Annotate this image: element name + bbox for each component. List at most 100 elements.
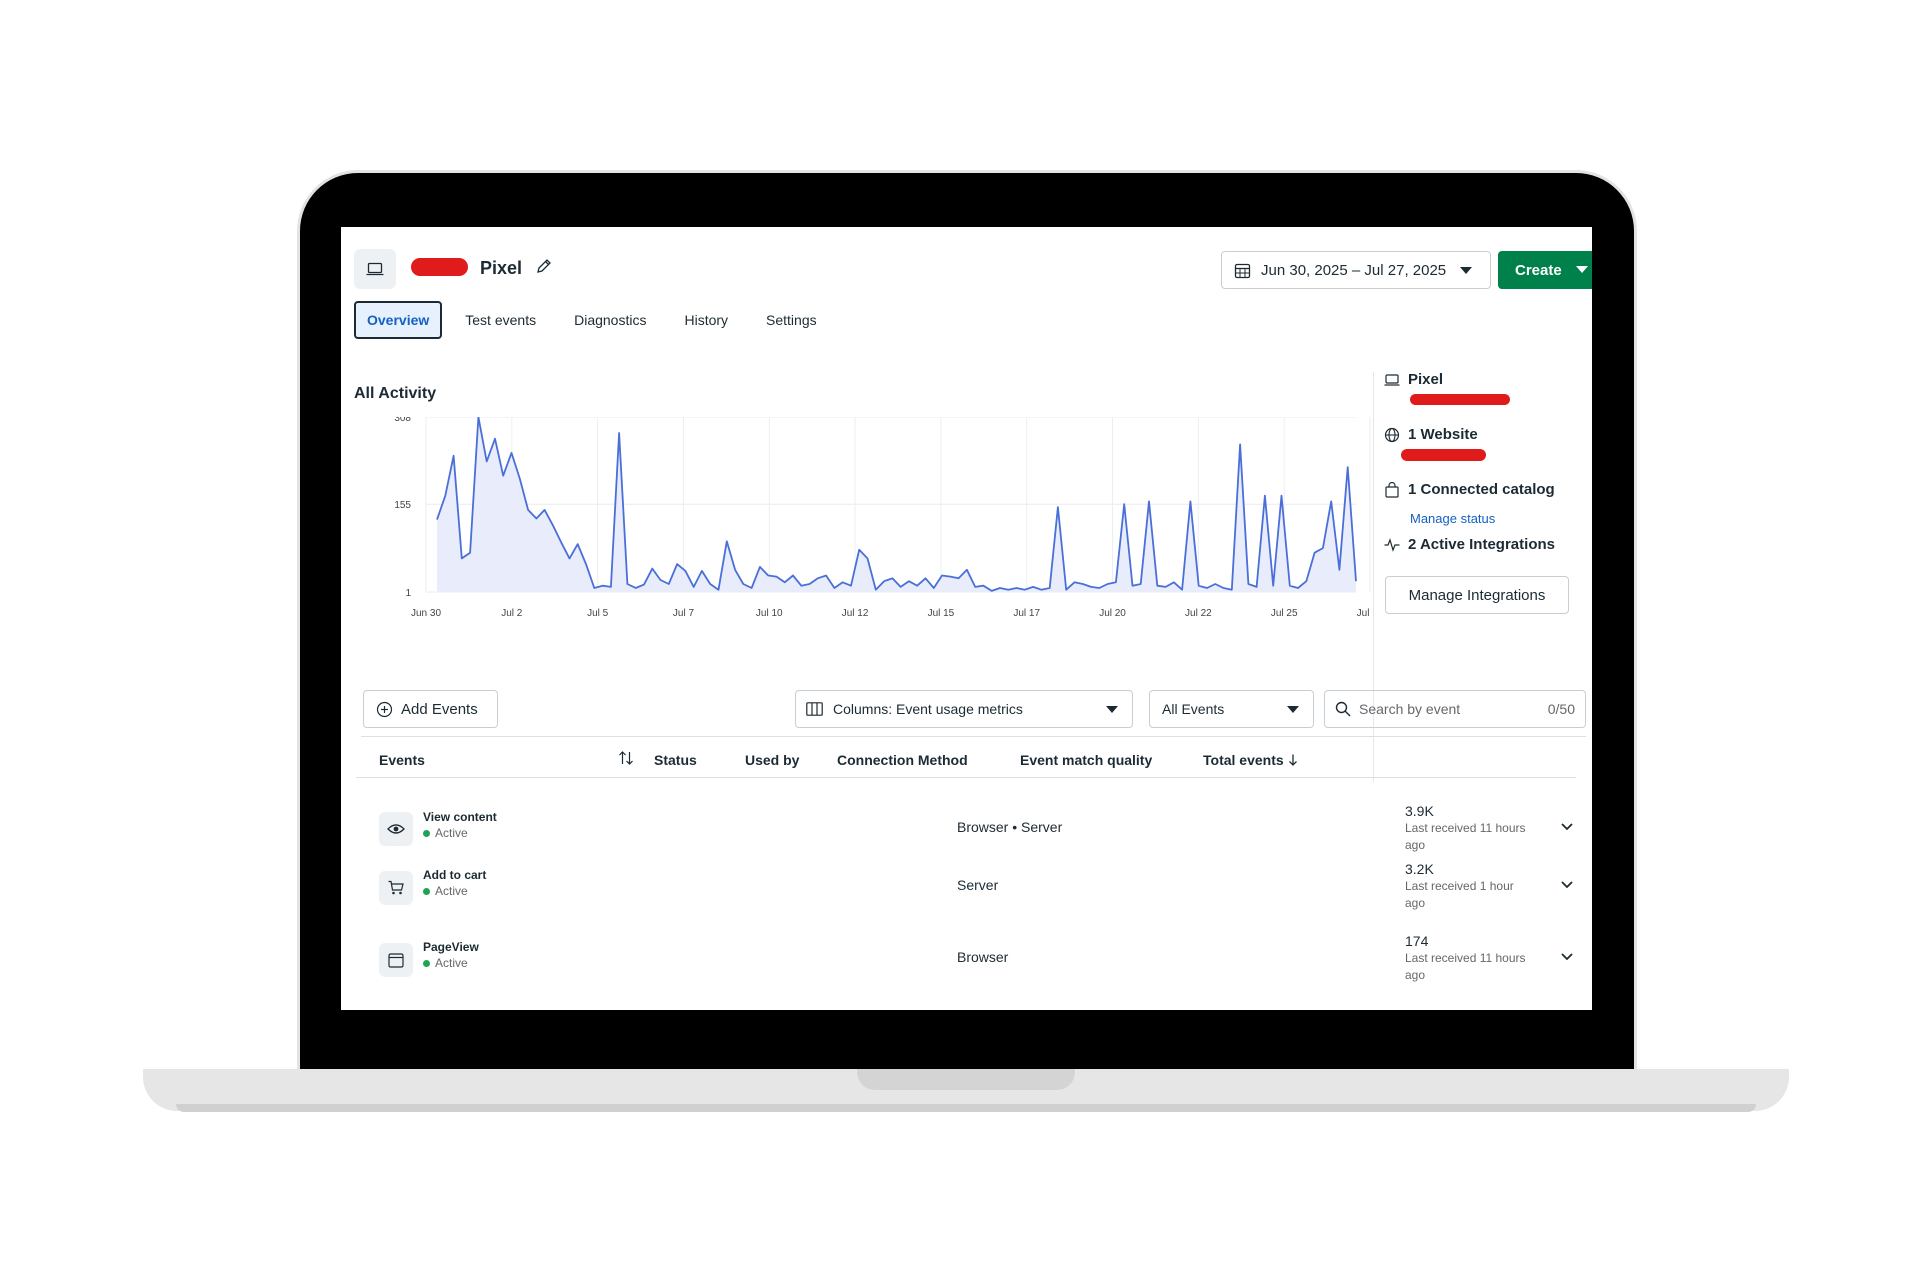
divider <box>361 736 1586 737</box>
date-range-picker[interactable]: Jun 30, 2025 – Jul 27, 2025 <box>1221 251 1491 289</box>
table-row[interactable]: PageView Active Browser 174 Last receive… <box>341 933 1592 1010</box>
activity-chart: 308 155 1Jun 30 Jul 2 Jul 5 Jul 7 Jul 10 Jul 12… <box>394 417 1371 619</box>
chevron-down-icon <box>1106 706 1118 713</box>
tab-settings[interactable]: Settings <box>753 301 830 339</box>
create-label: Create <box>1515 261 1562 279</box>
manage-status-link[interactable]: Manage status <box>1410 511 1495 526</box>
divider <box>356 777 1576 778</box>
x-tick-label: Jul 2 <box>501 608 523 619</box>
integrations-label: 2 Active Integrations <box>1408 536 1555 553</box>
laptop-notch <box>857 1069 1075 1090</box>
last-received: Last received 11 hours ago <box>1405 951 1526 982</box>
laptop-icon <box>354 249 396 289</box>
connection-method: Browser <box>957 949 1009 965</box>
plus-circle-icon <box>376 701 393 717</box>
tab-bar: Overview Test events Diagnostics History… <box>354 301 842 339</box>
y-tick-label: 1 <box>405 588 411 599</box>
catalog-label: 1 Connected catalog <box>1408 481 1555 498</box>
laptop-icon <box>1384 373 1400 386</box>
event-filter-label: All Events <box>1162 701 1225 717</box>
screen: Pixel Jun 30, 2025 – Jul 27, 2025 Create… <box>341 227 1592 1010</box>
total-events: 174 <box>1405 933 1429 949</box>
event-status: Active <box>423 826 468 840</box>
x-tick-label: Jul 20 <box>1099 608 1126 619</box>
search-char-count: 0/50 <box>1547 701 1575 717</box>
eye-icon <box>379 812 413 846</box>
catalog-info: 1 Connected catalog <box>1384 481 1555 498</box>
pixel-label: Pixel <box>1408 371 1444 388</box>
x-tick-label: Jul 15 <box>928 608 955 619</box>
caret-down-icon <box>1576 266 1588 273</box>
integrations-info: 2 Active Integrations <box>1384 536 1555 553</box>
tab-overview[interactable]: Overview <box>354 301 443 339</box>
create-button[interactable]: Create <box>1498 251 1592 289</box>
connection-method: Server <box>957 877 999 893</box>
y-tick-label: 308 <box>394 417 411 424</box>
x-tick-label: Jul 22 <box>1185 608 1212 619</box>
cart-icon <box>379 871 413 905</box>
event-filter-dropdown[interactable]: All Events <box>1149 690 1314 728</box>
table-row[interactable]: View content Active Browser • Server 3.9… <box>341 795 1592 867</box>
status-dot <box>423 959 430 967</box>
chevron-down-icon[interactable] <box>1561 823 1573 831</box>
last-received: Last received 11 hours ago <box>1405 821 1526 852</box>
page-title: Pixel <box>480 258 523 278</box>
event-status-label: Active <box>435 826 468 840</box>
columns-dropdown[interactable]: Columns: Event usage metrics <box>795 690 1133 728</box>
redaction-mark <box>1401 449 1486 461</box>
arrow-down-icon <box>1288 754 1297 766</box>
tab-diagnostics[interactable]: Diagnostics <box>561 301 659 339</box>
search-placeholder: Search by event <box>1359 701 1461 717</box>
edit-icon[interactable] <box>536 258 552 279</box>
event-name: PageView <box>423 940 479 954</box>
column-header-total-events[interactable]: Total events <box>1203 752 1298 768</box>
table-row[interactable]: Add to cart Active Server 3.2K Last rece… <box>341 861 1592 939</box>
total-events: 3.2K <box>1405 861 1434 877</box>
globe-icon <box>1384 427 1400 442</box>
calendar-icon <box>1234 263 1251 278</box>
last-received: Last received 1 hour ago <box>1405 879 1514 910</box>
event-status-label: Active <box>435 884 468 898</box>
redaction-mark <box>411 258 468 276</box>
add-events-label: Add Events <box>401 700 478 718</box>
x-tick-label: Jul 12 <box>842 608 869 619</box>
chevron-down-icon[interactable] <box>1561 953 1573 961</box>
event-status: Active <box>423 956 468 970</box>
website-info: 1 Website <box>1384 426 1478 443</box>
section-title: All Activity <box>354 385 437 402</box>
event-status: Active <box>423 884 468 898</box>
x-tick-label: Jul 28 <box>1357 608 1371 619</box>
browser-window-icon <box>379 943 413 977</box>
redaction-mark <box>1410 394 1510 405</box>
x-tick-label: Jul 7 <box>673 608 695 619</box>
columns-icon <box>806 702 823 716</box>
laptop-base-shadow <box>176 1104 1756 1112</box>
column-header-status[interactable]: Status <box>654 752 697 768</box>
total-events: 3.9K <box>1405 803 1434 819</box>
connection-method: Browser • Server <box>957 819 1063 835</box>
manage-integrations-button[interactable]: Manage Integrations <box>1385 576 1569 614</box>
status-dot <box>423 887 430 895</box>
column-header-total-label: Total events <box>1203 752 1284 768</box>
x-tick-label: Jul 17 <box>1013 608 1040 619</box>
event-status-label: Active <box>435 956 468 970</box>
event-name: Add to cart <box>423 868 487 882</box>
pixel-info: Pixel <box>1384 371 1443 388</box>
column-header-events[interactable]: Events <box>379 752 425 768</box>
sort-icon[interactable] <box>618 751 634 765</box>
x-tick-label: Jul 5 <box>587 608 609 619</box>
column-header-match-quality[interactable]: Event match quality <box>1020 752 1152 768</box>
activity-pulse-icon <box>1384 537 1400 552</box>
tab-history[interactable]: History <box>671 301 741 339</box>
x-tick-label: Jul 25 <box>1271 608 1298 619</box>
date-range-label: Jun 30, 2025 – Jul 27, 2025 <box>1261 261 1447 279</box>
tab-test-events[interactable]: Test events <box>452 301 549 339</box>
add-events-button[interactable]: Add Events <box>363 690 498 728</box>
columns-label: Columns: Event usage metrics <box>833 701 1023 717</box>
search-input[interactable]: Search by event 0/50 <box>1324 690 1586 728</box>
website-label: 1 Website <box>1408 426 1478 443</box>
column-header-connection[interactable]: Connection Method <box>837 752 968 768</box>
x-tick-label: Jun 30 <box>411 608 441 619</box>
column-header-used-by[interactable]: Used by <box>745 752 799 768</box>
chevron-down-icon[interactable] <box>1561 881 1573 889</box>
